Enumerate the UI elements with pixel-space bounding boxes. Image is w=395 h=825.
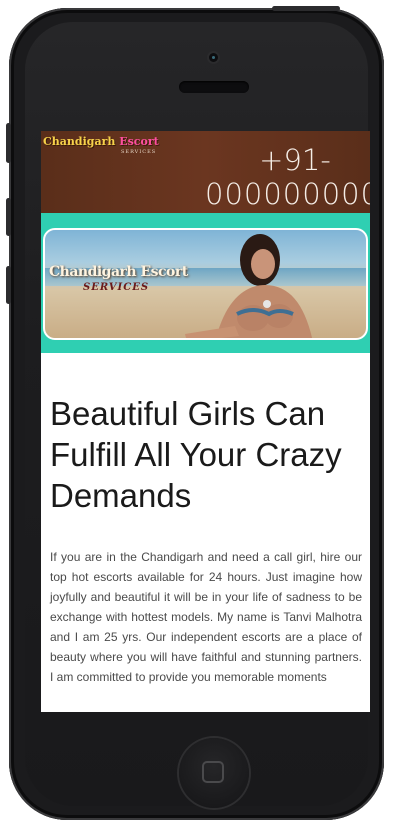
home-square-icon xyxy=(202,761,224,783)
banner-model-image xyxy=(185,234,313,338)
banner-subtitle: SERVICES xyxy=(83,282,150,293)
logo-text-part2: Escort xyxy=(119,135,159,148)
camera-icon xyxy=(209,53,218,62)
volume-up-button xyxy=(6,198,11,236)
hero-banner[interactable]: Chandigarh Escort SERVICES xyxy=(43,228,368,340)
volume-down-button xyxy=(6,266,11,304)
site-header: Chandigarh Escort SERVICES +91- 00000000… xyxy=(41,131,370,213)
intro-paragraph: If you are in the Chandigarh and need a … xyxy=(50,550,362,684)
speaker-icon xyxy=(179,81,249,93)
phone-number[interactable]: +91- 0000000000 xyxy=(205,143,370,211)
silent-switch xyxy=(6,123,11,163)
site-logo[interactable]: Chandigarh Escort xyxy=(43,135,159,148)
banner-title: Chandigarh Escort xyxy=(49,264,188,280)
phone-number-line1: +91- xyxy=(259,143,331,177)
logo-text-part1: Chandigarh xyxy=(43,135,116,148)
phone-screen: Chandigarh Escort SERVICES +91- 00000000… xyxy=(41,131,370,712)
logo-subtitle: SERVICES xyxy=(121,149,157,155)
home-button-icon[interactable] xyxy=(179,738,249,808)
page-headline: Beautiful Girls Can Fulfill All Your Cra… xyxy=(50,395,342,514)
phone-number-line2: 0000000000 xyxy=(205,177,370,211)
power-button xyxy=(272,6,340,11)
